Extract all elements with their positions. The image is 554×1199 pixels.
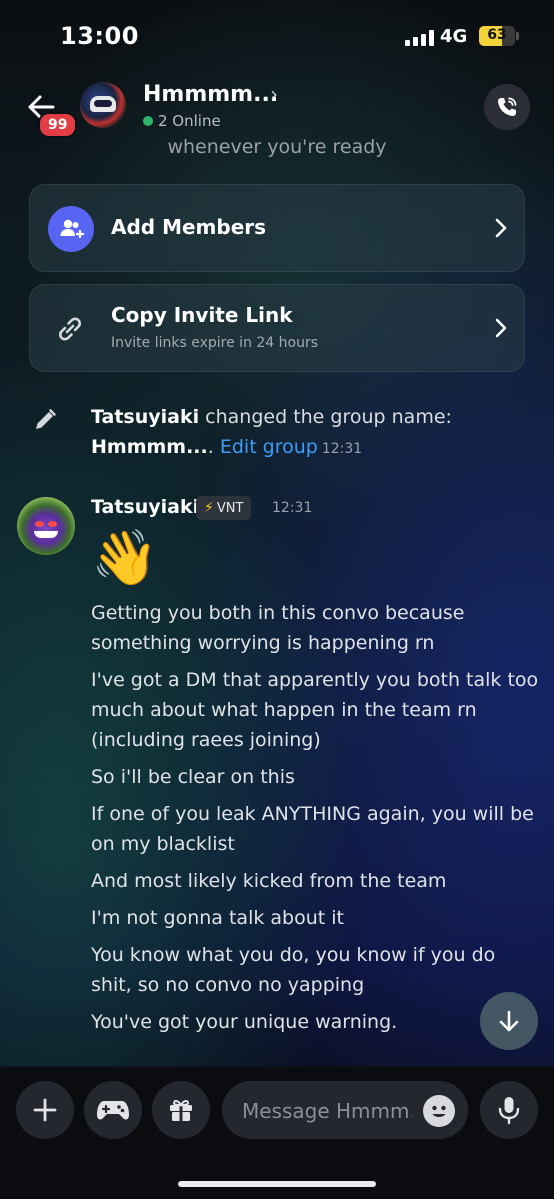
- chevron-right-icon: [495, 218, 507, 238]
- add-members-label: Add Members: [111, 215, 267, 239]
- message-line[interactable]: You know what you do, you know if you do…: [91, 940, 541, 1000]
- copy-invite-label: Copy Invite Link: [111, 303, 293, 327]
- message-input-placeholder: Message Hmmm...: [242, 1099, 412, 1123]
- voice-message-button[interactable]: [480, 1081, 538, 1139]
- arrow-down-icon: [499, 1010, 519, 1032]
- wave-emoji: 👋: [91, 526, 159, 589]
- scroll-to-bottom-button[interactable]: [480, 992, 538, 1050]
- system-message-line2: Hmmmm.... Edit group 12:31: [91, 436, 363, 458]
- battery-tip: [516, 32, 519, 40]
- emoji-button[interactable]: [423, 1095, 455, 1127]
- group-title[interactable]: Hmmmm...: [143, 82, 278, 107]
- message-line[interactable]: I've got a DM that apparently you both t…: [91, 665, 541, 755]
- clock: 13:00: [60, 22, 139, 50]
- system-message-line1: Tatsuyiaki changed the group name:: [91, 406, 452, 428]
- battery-level: 63: [487, 27, 507, 43]
- chevron-right-icon[interactable]: ›: [270, 82, 278, 106]
- smiley-icon: [432, 1105, 446, 1117]
- add-member-icon: [48, 206, 94, 252]
- gift-icon: [170, 1099, 192, 1121]
- activities-button[interactable]: [84, 1081, 142, 1139]
- attach-button[interactable]: [16, 1081, 74, 1139]
- gift-button[interactable]: [152, 1081, 210, 1139]
- link-icon: [52, 311, 88, 347]
- group-avatar[interactable]: [80, 82, 126, 128]
- microphone-icon: [498, 1097, 520, 1125]
- new-group-name: Hmmmm...: [91, 436, 208, 458]
- invite-expiry-note: Invite links expire in 24 hours: [111, 335, 319, 351]
- unread-badge: 99: [38, 112, 78, 138]
- chevron-right-icon: [495, 318, 507, 338]
- system-time: 12:31: [321, 441, 363, 457]
- online-count: 2 Online: [158, 112, 221, 130]
- home-indicator[interactable]: [178, 1181, 376, 1187]
- network-label: 4G: [440, 26, 468, 47]
- message-line[interactable]: Getting you both in this convo because s…: [91, 598, 541, 658]
- system-user[interactable]: Tatsuyiaki: [91, 406, 199, 428]
- message-line[interactable]: You've got your unique warning.: [91, 1007, 541, 1037]
- message-composer: Message Hmmm...: [0, 1066, 554, 1199]
- status-bar: 13:00 4G 63: [0, 0, 554, 70]
- battery-icon: 63: [479, 26, 515, 46]
- message-author[interactable]: Tatsuyiaki: [91, 496, 199, 518]
- copy-invite-link-button[interactable]: Copy Invite Link Invite links expire in …: [29, 284, 525, 372]
- cutoff-text: whenever you're ready: [167, 136, 387, 158]
- avatar[interactable]: [17, 497, 75, 555]
- lightning-icon: ⚡: [204, 500, 214, 516]
- message-line[interactable]: If one of you leak ANYTHING again, you w…: [91, 799, 541, 859]
- gamepad-icon: [97, 1101, 129, 1120]
- add-members-button[interactable]: Add Members: [29, 184, 525, 272]
- online-status-icon: [143, 116, 153, 126]
- message-time: 12:31: [272, 500, 313, 516]
- pencil-icon: [32, 407, 58, 433]
- edit-group-link[interactable]: Edit group: [220, 436, 318, 458]
- signal-icon: [405, 30, 434, 46]
- message-line[interactable]: And most likely kicked from the team: [91, 866, 541, 896]
- call-button[interactable]: [484, 84, 530, 130]
- clan-tag[interactable]: ⚡ VNT: [196, 496, 252, 520]
- phone-call-icon: [498, 97, 517, 116]
- message-content: Getting you both in this convo because s…: [91, 598, 541, 1044]
- message-line[interactable]: I'm not gonna talk about it: [91, 903, 541, 933]
- plus-icon: [33, 1098, 57, 1122]
- message-line[interactable]: So i'll be clear on this: [91, 762, 541, 792]
